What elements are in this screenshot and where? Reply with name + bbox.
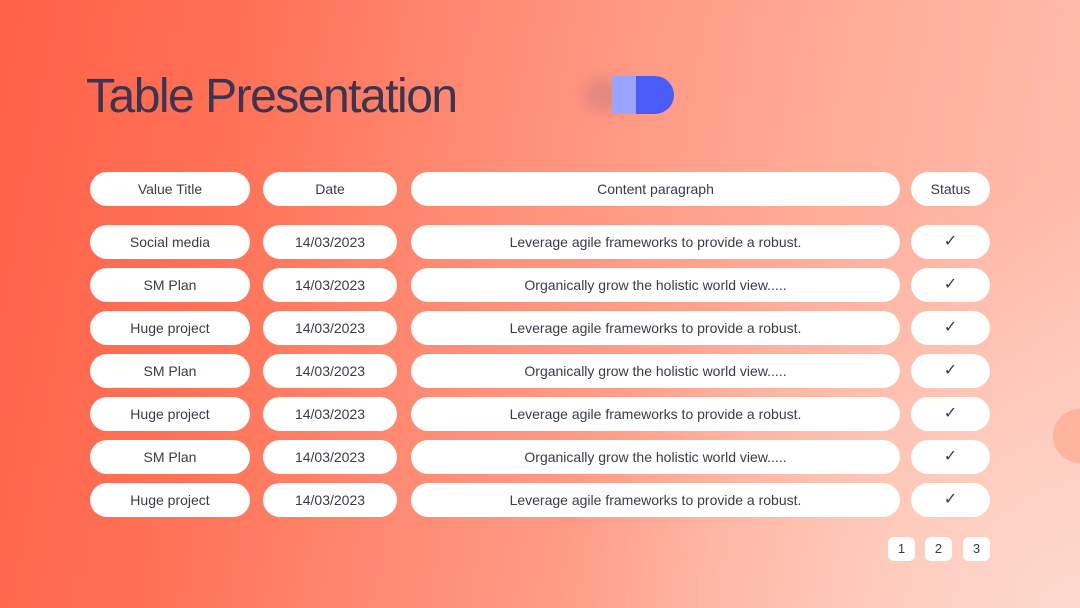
page-title: Table Presentation bbox=[86, 70, 458, 123]
cell-value-title: SM Plan bbox=[90, 268, 250, 302]
cell-date: 14/03/2023 bbox=[263, 397, 397, 431]
page-2-button[interactable]: 2 bbox=[925, 537, 952, 561]
checkmark-icon: ✓ bbox=[911, 354, 990, 388]
checkmark-icon: ✓ bbox=[911, 440, 990, 474]
cell-date: 14/03/2023 bbox=[263, 483, 397, 517]
cell-value-title: Huge project bbox=[90, 311, 250, 345]
cell-value-title: Huge project bbox=[90, 483, 250, 517]
page-1-button[interactable]: 1 bbox=[888, 537, 915, 561]
table-row: Social media 14/03/2023 Leverage agile f… bbox=[90, 225, 990, 259]
cell-content: Organically grow the holistic world view… bbox=[411, 268, 900, 302]
header-content-paragraph: Content paragraph bbox=[411, 172, 900, 206]
checkmark-icon: ✓ bbox=[911, 268, 990, 302]
table-row: SM Plan 14/03/2023 Organically grow the … bbox=[90, 354, 990, 388]
cell-content: Organically grow the holistic world view… bbox=[411, 440, 900, 474]
cell-content: Leverage agile frameworks to provide a r… bbox=[411, 483, 900, 517]
cell-date: 14/03/2023 bbox=[263, 440, 397, 474]
cell-date: 14/03/2023 bbox=[263, 268, 397, 302]
cell-date: 14/03/2023 bbox=[263, 354, 397, 388]
cell-value-title: SM Plan bbox=[90, 440, 250, 474]
checkmark-icon: ✓ bbox=[911, 483, 990, 517]
cell-date: 14/03/2023 bbox=[263, 225, 397, 259]
table-header-row: Value Title Date Content paragraph Statu… bbox=[90, 172, 990, 206]
page-3-button[interactable]: 3 bbox=[963, 537, 990, 561]
cell-date: 14/03/2023 bbox=[263, 311, 397, 345]
cell-value-title: SM Plan bbox=[90, 354, 250, 388]
table-row: SM Plan 14/03/2023 Organically grow the … bbox=[90, 268, 990, 302]
pie-circle-icon bbox=[1053, 409, 1080, 463]
data-table: Value Title Date Content paragraph Statu… bbox=[90, 172, 990, 526]
checkmark-icon: ✓ bbox=[911, 225, 990, 259]
header-status: Status bbox=[911, 172, 990, 206]
cell-content: Leverage agile frameworks to provide a r… bbox=[411, 311, 900, 345]
slide: Table Presentation Value Title Date Cont… bbox=[0, 0, 1080, 608]
cell-value-title: Social media bbox=[90, 225, 250, 259]
table-row: Huge project 14/03/2023 Leverage agile f… bbox=[90, 397, 990, 431]
header-value-title: Value Title bbox=[90, 172, 250, 206]
header-date: Date bbox=[263, 172, 397, 206]
cell-content: Leverage agile frameworks to provide a r… bbox=[411, 225, 900, 259]
checkmark-icon: ✓ bbox=[911, 311, 990, 345]
checkmark-icon: ✓ bbox=[911, 397, 990, 431]
cell-content: Organically grow the holistic world view… bbox=[411, 354, 900, 388]
cell-value-title: Huge project bbox=[90, 397, 250, 431]
table-row: Huge project 14/03/2023 Leverage agile f… bbox=[90, 311, 990, 345]
table-row: Huge project 14/03/2023 Leverage agile f… bbox=[90, 483, 990, 517]
cell-content: Leverage agile frameworks to provide a r… bbox=[411, 397, 900, 431]
toggle-shape-icon bbox=[583, 76, 675, 116]
table-row: SM Plan 14/03/2023 Organically grow the … bbox=[90, 440, 990, 474]
